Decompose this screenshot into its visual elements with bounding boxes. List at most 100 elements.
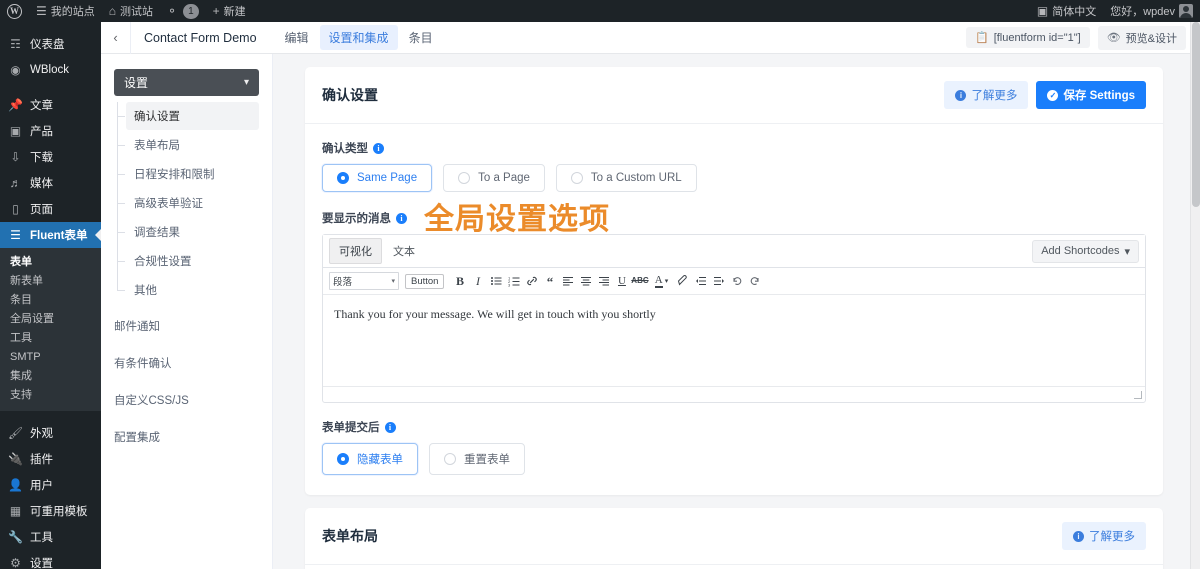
- submenu-item-integrations[interactable]: 集成: [0, 367, 101, 386]
- redo-icon[interactable]: [746, 272, 763, 291]
- settings-nav-item-conditional-confirmations[interactable]: 有条件确认: [101, 348, 272, 378]
- sidebar-item-wblock[interactable]: ◉ WBlock: [0, 57, 101, 83]
- sidebar-item-appearance[interactable]: 🖌 外观: [0, 420, 101, 446]
- submenu-item-forms[interactable]: 表单: [0, 253, 101, 272]
- tab-editor[interactable]: 编辑: [276, 25, 318, 50]
- settings-nav-item-other[interactable]: 其他: [117, 276, 259, 304]
- page-scrollbar[interactable]: [1190, 22, 1200, 569]
- insert-button-tool[interactable]: Button: [405, 273, 445, 289]
- info-icon[interactable]: i: [396, 212, 407, 224]
- radio-reset-form[interactable]: 重置表单: [429, 443, 525, 475]
- blockquote-icon[interactable]: “: [541, 272, 558, 291]
- eye-icon: 👁: [1106, 32, 1121, 44]
- sidebar-item-dashboard[interactable]: ☶ 仪表盘: [0, 31, 101, 57]
- message-editor-content[interactable]: Thank you for your message. We will get …: [323, 295, 1145, 387]
- adminbar-item-new[interactable]: + 新建: [206, 0, 253, 22]
- sidebar-item-reusable-blocks[interactable]: ▦ 可重用模板: [0, 498, 101, 524]
- settings-nav-item-compliance[interactable]: 合规性设置: [117, 247, 259, 275]
- sidebar-item-users[interactable]: 👤 用户: [0, 472, 101, 498]
- sidebar-item-plugins[interactable]: 🔌 插件: [0, 446, 101, 472]
- message-editor: 可视化 文本 Add Shortcodes ▾ 段落 ▾ Button B I: [322, 234, 1146, 403]
- save-settings-button[interactable]: ✓ 保存 Settings: [1036, 81, 1146, 109]
- settings-nav-item-configure-integrations[interactable]: 配置集成: [101, 422, 272, 452]
- form-bar-actions: 📋 [fluentform id="1"] 👁 预览&设计: [965, 25, 1200, 50]
- editor-tab-text[interactable]: 文本: [384, 239, 424, 263]
- link-icon[interactable]: [523, 272, 540, 291]
- editor-resize-handle[interactable]: [323, 387, 1145, 402]
- sidebar-item-tools[interactable]: 🔧 工具: [0, 524, 101, 550]
- submenu-item-support[interactable]: 支持: [0, 386, 101, 405]
- sidebar-item-settings[interactable]: ⚙ 设置: [0, 550, 101, 569]
- info-icon[interactable]: i: [373, 142, 384, 154]
- info-icon[interactable]: i: [384, 421, 396, 433]
- sidebar-item-fluent-forms[interactable]: ☰ Fluent表单: [0, 222, 101, 248]
- sidebar-item-pages[interactable]: ▯ 页面: [0, 196, 101, 222]
- back-button[interactable]: ‹: [101, 21, 131, 54]
- radio-dot-icon: [337, 172, 349, 184]
- adminbar-item-site-name[interactable]: ⌂ 测试站: [102, 0, 160, 22]
- indent-icon[interactable]: [710, 272, 727, 291]
- editor-toolbar: 段落 ▾ Button B I 123 “ U ABC A ▾: [323, 268, 1145, 295]
- sidebar-item-label: 插件: [30, 454, 53, 466]
- tab-settings-integrations[interactable]: 设置和集成: [319, 25, 398, 50]
- italic-icon[interactable]: I: [469, 272, 486, 291]
- settings-nav-item-email-notifications[interactable]: 邮件通知: [101, 311, 272, 341]
- learn-more-label: 了解更多: [971, 90, 1018, 102]
- submenu-item-tools[interactable]: 工具: [0, 329, 101, 348]
- underline-icon[interactable]: U: [613, 272, 630, 291]
- radio-to-a-custom-url[interactable]: To a Custom URL: [555, 164, 697, 192]
- strikethrough-icon[interactable]: ABC: [631, 272, 648, 291]
- settings-nav-item-confirmation[interactable]: 确认设置: [117, 102, 259, 130]
- settings-nav-item-advanced-validation[interactable]: 高级表单验证: [117, 189, 259, 217]
- sidebar-item-media[interactable]: ♬ 媒体: [0, 170, 101, 196]
- adminbar-item-account[interactable]: 您好，wpdev: [1103, 0, 1200, 22]
- form-layout-card-title: 表单布局: [322, 528, 378, 544]
- submenu-item-global-settings[interactable]: 全局设置: [0, 310, 101, 329]
- settings-nav-item-form-layout[interactable]: 表单布局: [117, 131, 259, 159]
- align-left-icon[interactable]: [559, 272, 576, 291]
- radio-same-page[interactable]: Same Page: [322, 164, 433, 192]
- settings-nav-header[interactable]: 设置 ▾: [114, 69, 259, 96]
- wp-logo-button[interactable]: [0, 0, 29, 22]
- paragraph-format-select[interactable]: 段落 ▾: [329, 272, 399, 290]
- settings-nav-item-scheduling[interactable]: 日程安排和限制: [117, 160, 259, 188]
- sidebar-item-label: 仪表盘: [30, 39, 65, 51]
- shortcode-copy-button[interactable]: 📋 [fluentform id="1"]: [965, 27, 1090, 48]
- plus-icon: +: [212, 4, 220, 18]
- clear-formatting-icon[interactable]: [674, 272, 691, 291]
- submenu-item-new-form[interactable]: 新表单: [0, 272, 101, 291]
- sidebar-item-posts[interactable]: 📌 文章: [0, 92, 101, 118]
- submenu-item-entries[interactable]: 条目: [0, 291, 101, 310]
- radio-hide-form[interactable]: 隐藏表单: [322, 443, 418, 475]
- paragraph-format-value: 段落: [333, 277, 353, 288]
- settings-nav-item-survey-results[interactable]: 调查结果: [117, 218, 259, 246]
- adminbar-item-language[interactable]: ▣ 简体中文: [1030, 0, 1103, 22]
- form-layout-card: 表单布局 i 了解更多 标签对齐 i Top ▾: [305, 508, 1163, 569]
- info-icon: i: [955, 89, 967, 101]
- learn-more-button[interactable]: i 了解更多: [944, 81, 1029, 109]
- add-shortcodes-button[interactable]: Add Shortcodes ▾: [1032, 239, 1139, 263]
- align-right-icon[interactable]: [595, 272, 612, 291]
- comment-icon: ⚬: [167, 4, 178, 18]
- layout-learn-more-button[interactable]: i 了解更多: [1062, 522, 1146, 550]
- adminbar-item-comments[interactable]: ⚬ 1: [160, 0, 206, 22]
- bold-icon[interactable]: B: [451, 272, 468, 291]
- sidebar-item-downloads[interactable]: ⇩ 下载: [0, 144, 101, 170]
- chevron-left-icon: ‹: [113, 30, 118, 45]
- bullet-list-icon[interactable]: [487, 272, 504, 291]
- outdent-icon[interactable]: [692, 272, 709, 291]
- adminbar-item-my-sites[interactable]: ☰ 我的站点: [29, 0, 102, 22]
- radio-to-a-page[interactable]: To a Page: [443, 164, 545, 192]
- align-center-icon[interactable]: [577, 272, 594, 291]
- text-color-icon[interactable]: A ▾: [649, 272, 673, 291]
- ordered-list-icon[interactable]: 123: [505, 272, 522, 291]
- preview-design-button[interactable]: 👁 预览&设计: [1097, 25, 1186, 50]
- scrollbar-thumb[interactable]: [1192, 22, 1200, 207]
- settings-nav-item-custom-css-js[interactable]: 自定义CSS/JS: [101, 385, 272, 415]
- sidebar-item-products[interactable]: ▣ 产品: [0, 118, 101, 144]
- tab-entries[interactable]: 条目: [400, 25, 442, 50]
- appearance-icon: 🖌: [7, 426, 24, 440]
- submenu-item-smtp[interactable]: SMTP: [0, 348, 101, 367]
- undo-icon[interactable]: [728, 272, 745, 291]
- editor-tab-visual[interactable]: 可视化: [329, 238, 382, 264]
